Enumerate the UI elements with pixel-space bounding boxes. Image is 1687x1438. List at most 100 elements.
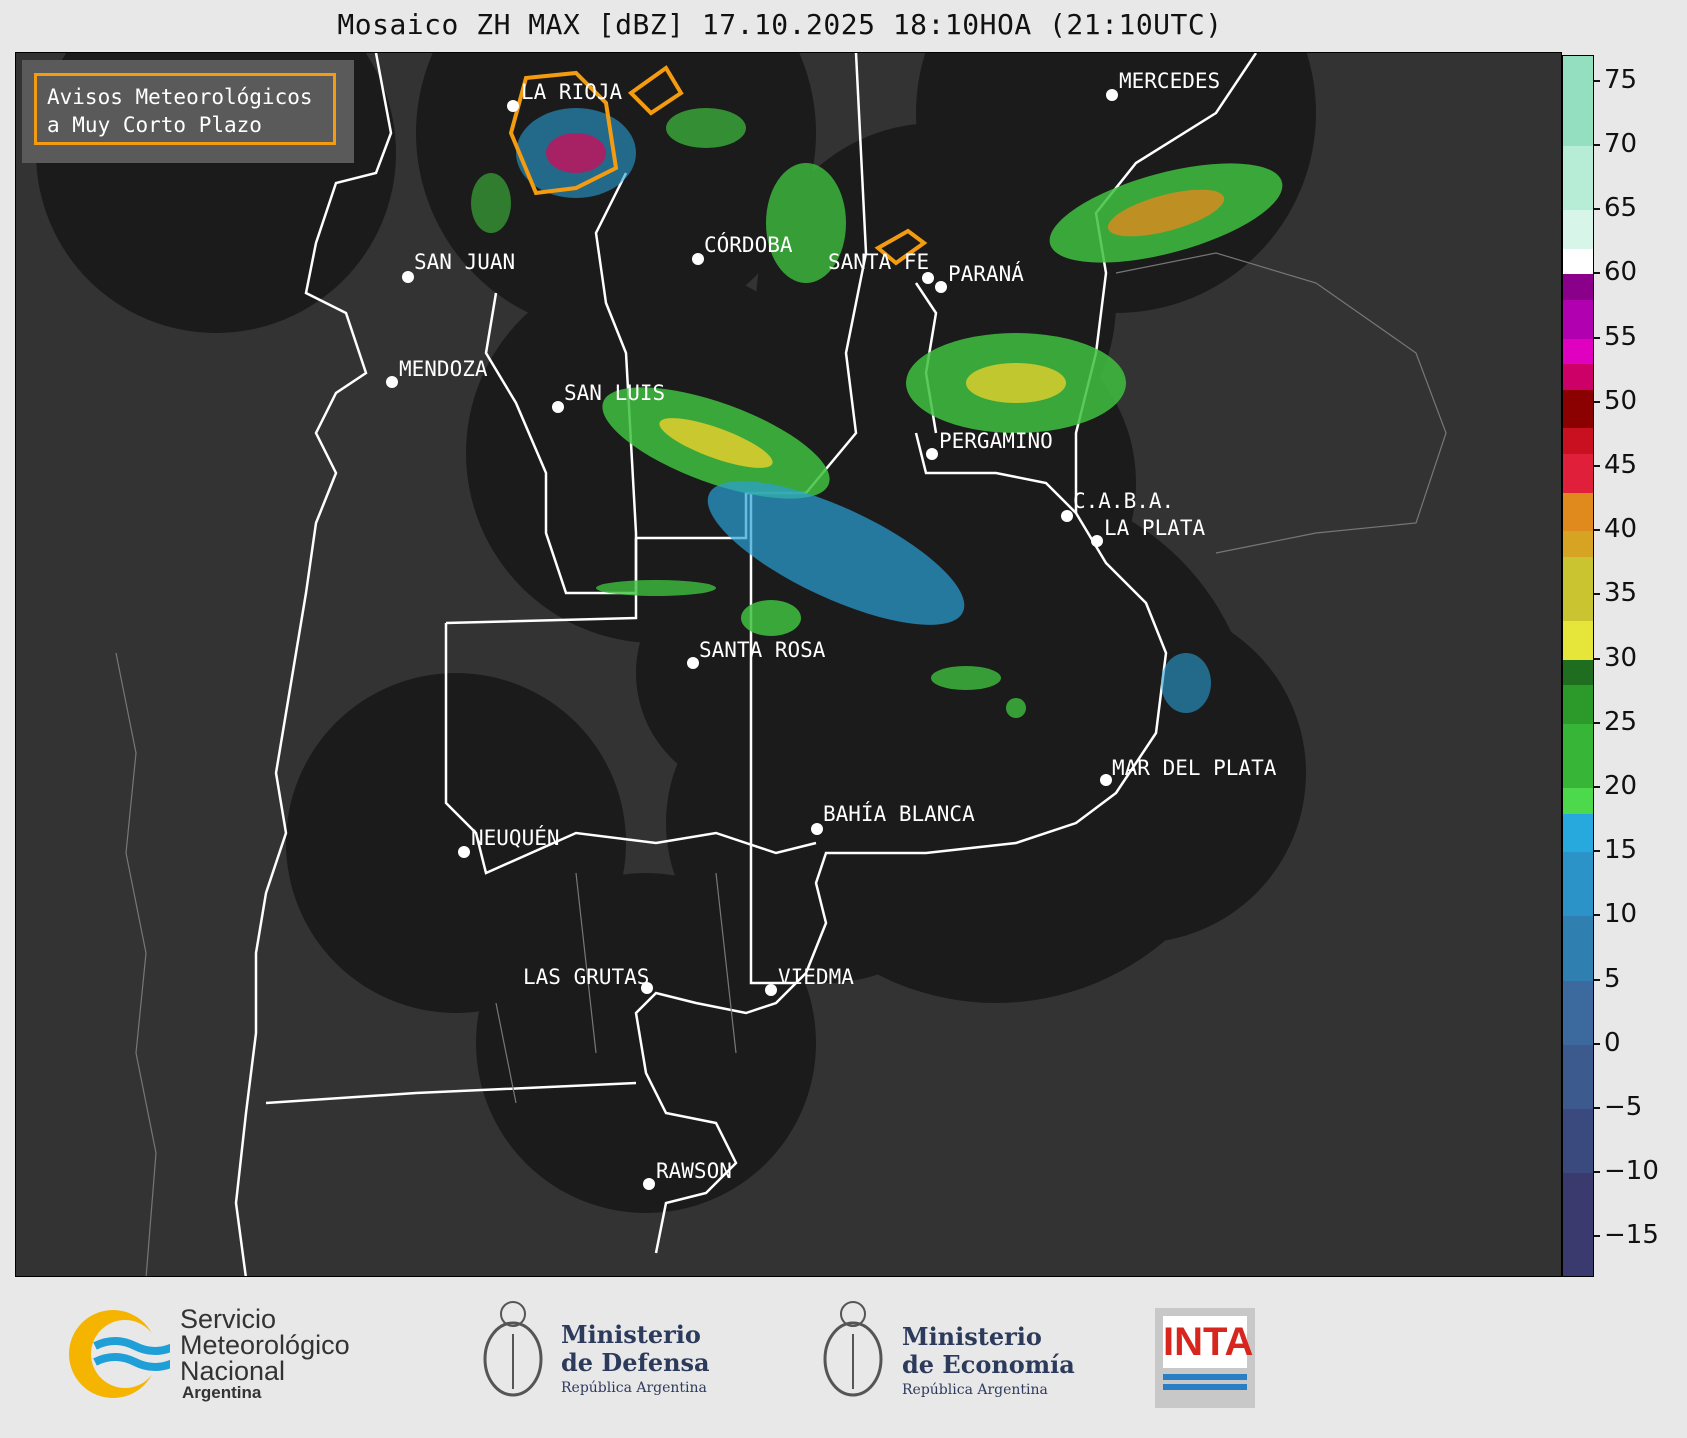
colorbar-tick-label: 20 (1604, 771, 1638, 801)
footer-logos: Servicio Meteorológico Nacional Argentin… (0, 1280, 1687, 1438)
city-label-rawson: RAWSON (656, 1159, 732, 1183)
colorbar-tickmark (1594, 978, 1600, 981)
map-title: Mosaico ZH MAX [dBZ] 17.10.2025 18:10HOA… (337, 8, 1223, 41)
colorbar-segment (1563, 556, 1593, 622)
colorbar-tick-label: 35 (1604, 578, 1638, 609)
colorbar-tickmark (1594, 1107, 1600, 1110)
city-dot-viedma (765, 984, 777, 996)
city-label-caba: C.A.B.A. (1073, 489, 1175, 513)
city-label-mendoza: MENDOZA (399, 357, 488, 381)
colorbar-tick-label: 30 (1604, 642, 1638, 673)
economia-line2: de Economía (902, 1350, 1075, 1379)
colorbar-tick-label: 50 (1604, 385, 1638, 416)
colorbar-tickmark (1594, 208, 1600, 211)
city-dot-cordoba (692, 253, 704, 265)
warnings-legend-frame: Avisos Meteorológicos a Muy Corto Plazo (34, 73, 336, 145)
colorbar-tick-label: 40 (1604, 514, 1638, 545)
colorbar-segment (1563, 852, 1593, 917)
city-dot-mendoza (386, 376, 398, 388)
city-label-mar-del-plata: MAR DEL PLATA (1112, 756, 1277, 780)
inta-logo-text: INTA (1163, 1316, 1253, 1368)
colorbar-tickmark (1594, 850, 1600, 853)
colorbar-tick-label: 70 (1604, 128, 1638, 159)
colorbar-segment (1563, 492, 1593, 532)
colorbar-tick-label: 60 (1604, 257, 1638, 288)
city-label-la-rioja: LA RIOJA (521, 80, 623, 104)
colorbar-segment (1563, 389, 1593, 429)
colorbar-tickmark (1594, 143, 1600, 146)
colorbar-tick-label: −10 (1604, 1156, 1659, 1187)
colorbar-tickmark (1594, 721, 1600, 724)
colorbar-tick-label: 10 (1604, 899, 1638, 930)
defensa-crest-icon (483, 1301, 543, 1397)
legend-line-1: Avisos Meteorológicos (47, 85, 313, 109)
city-label-santa-fe: SANTA FE (828, 250, 930, 274)
defensa-line2: de Defensa (561, 1348, 710, 1377)
colorbar-tick-label: 45 (1604, 449, 1638, 480)
colorbar-tickmark (1594, 336, 1600, 339)
colorbar-segment (1563, 621, 1593, 660)
colorbar-tick-label: 5 (1604, 963, 1621, 994)
colorbar-segment (1563, 248, 1593, 275)
colorbar-segment (1563, 980, 1593, 1045)
colorbar-segment (1563, 364, 1593, 390)
colorbar-tick-label: −5 (1604, 1092, 1643, 1123)
legend-line-2: a Muy Corto Plazo (47, 113, 262, 137)
colorbar-segment (1563, 274, 1593, 300)
colorbar-segment (1563, 454, 1593, 493)
dbz-colorbar (1562, 55, 1594, 1277)
city-dot-la-plata (1091, 535, 1103, 547)
colorbar-segment (1563, 300, 1593, 339)
colorbar-tick-label: 0 (1604, 1027, 1621, 1058)
city-label-santa-rosa: SANTA ROSA (699, 638, 826, 662)
radar-map[interactable]: LA RIOJA MERCEDES CÓRDOBA SAN JUAN SANTA… (15, 52, 1562, 1277)
city-label-las-grutas: LAS GRUTAS (523, 965, 650, 989)
defensa-line3: República Argentina (561, 1380, 707, 1396)
city-dot-pergamino (926, 448, 938, 460)
colorbar-tickmark (1594, 400, 1600, 403)
colorbar-tickmark (1594, 272, 1600, 275)
colorbar-segment (1563, 531, 1593, 557)
colorbar-tick-label: −15 (1604, 1220, 1659, 1251)
city-label-neuquen: NEUQUÉN (471, 826, 560, 850)
economia-line1: Ministerio (902, 1322, 1042, 1351)
colorbar-tickmark (1594, 79, 1600, 82)
city-dot-san-luis (552, 401, 564, 413)
colorbar-tickmark (1594, 914, 1600, 917)
colorbar-tick-label: 75 (1604, 64, 1638, 95)
inta-logo: INTA (1155, 1308, 1255, 1408)
city-label-san-juan: SAN JUAN (414, 250, 516, 274)
colorbar-segment (1563, 788, 1593, 814)
economia-line3: República Argentina (902, 1382, 1048, 1398)
city-dot-mercedes (1106, 89, 1118, 101)
city-dot-san-juan (402, 271, 414, 283)
colorbar-tickmark (1594, 529, 1600, 532)
city-dot-bahia-blanca (811, 823, 823, 835)
city-label-viedma: VIEDMA (778, 965, 854, 989)
colorbar-tickmark (1594, 1042, 1600, 1045)
colorbar-segment (1563, 1173, 1593, 1276)
smn-name-line4: Argentina (182, 1383, 262, 1402)
city-label-pergamino: PERGAMINO (939, 429, 1053, 453)
colorbar-tickmark (1594, 1171, 1600, 1174)
smn-logo-icon (69, 1310, 170, 1398)
city-label-la-plata: LA PLATA (1104, 516, 1206, 540)
colorbar-segment (1563, 1109, 1593, 1174)
city-dot-neuquen (458, 846, 470, 858)
colorbar-tickmark (1594, 786, 1600, 788)
city-dot-rawson (643, 1178, 655, 1190)
colorbar-segment (1563, 338, 1593, 365)
city-dot-santa-rosa (687, 657, 699, 669)
colorbar-tick-label: 65 (1604, 193, 1638, 224)
colorbar-segment (1563, 428, 1593, 455)
colorbar-segment (1563, 723, 1593, 788)
city-label-san-luis: SAN LUIS (564, 381, 666, 405)
colorbar-segment (1563, 916, 1593, 981)
colorbar-tickmark (1594, 464, 1600, 467)
colorbar-segment (1563, 685, 1593, 724)
city-label-cordoba: CÓRDOBA (704, 233, 793, 257)
city-label-parana: PARANÁ (948, 262, 1024, 286)
colorbar-segment (1563, 1044, 1593, 1110)
city-dot-la-rioja (507, 100, 519, 112)
colorbar-segment (1563, 210, 1593, 249)
